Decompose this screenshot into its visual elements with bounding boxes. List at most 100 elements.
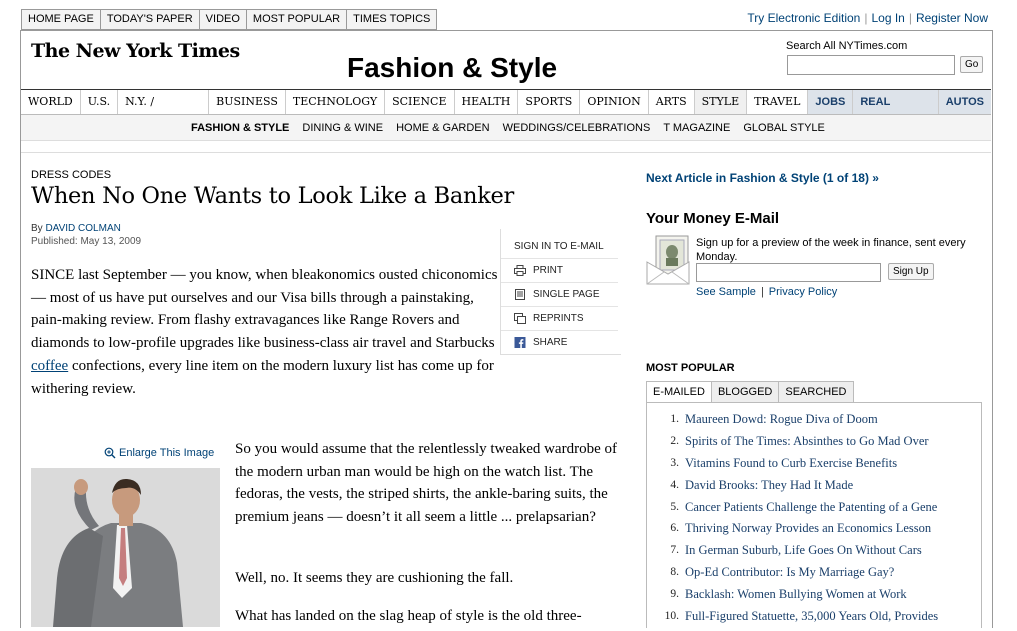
- sign-in-to-email-link[interactable]: SIGN IN TO E-MAIL: [501, 235, 618, 259]
- nav-world[interactable]: WORLD: [21, 90, 81, 114]
- subnav-weddings[interactable]: WEDDINGS/CELEBRATIONS: [503, 122, 651, 134]
- item-number: 7.: [670, 544, 679, 557]
- coffee-link[interactable]: coffee: [31, 358, 68, 374]
- nav-us[interactable]: U.S.: [81, 90, 119, 114]
- tab-searched[interactable]: SEARCHED: [779, 381, 854, 403]
- tool-label: SINGLE PAGE: [533, 289, 600, 300]
- item-number: 3.: [670, 456, 679, 469]
- print-link[interactable]: PRINT: [501, 259, 618, 283]
- author-link[interactable]: DAVID COLMAN: [45, 223, 120, 234]
- article-paragraph-2: So you would assume that the relentlessl…: [235, 441, 617, 526]
- article-photo[interactable]: [31, 468, 220, 627]
- item-title: Thriving Norway Provides an Economics Le…: [685, 521, 932, 536]
- privacy-policy-link[interactable]: Privacy Policy: [769, 286, 837, 298]
- sign-up-button[interactable]: Sign Up: [888, 263, 934, 280]
- nav-opinion[interactable]: OPINION: [580, 90, 649, 114]
- magnifier-plus-icon: [104, 447, 116, 459]
- list-item[interactable]: 5. Cancer Patients Challenge the Patentin…: [656, 500, 938, 522]
- subnav-home-garden[interactable]: HOME & GARDEN: [396, 122, 490, 134]
- item-number: 5.: [670, 500, 679, 513]
- search-input[interactable]: [787, 55, 955, 75]
- nav-business[interactable]: BUSINESS: [209, 90, 286, 114]
- item-title: Spirits of The Times: Absinthes to Go Ma…: [685, 433, 929, 448]
- most-popular-list: 1. Maureen Dowd: Rogue Diva of Doom 2. Spi…: [656, 412, 939, 631]
- divider: [21, 152, 991, 153]
- nav-sports[interactable]: SPORTS: [518, 90, 581, 114]
- list-item[interactable]: 1. Maureen Dowd: Rogue Diva of Doom: [656, 412, 938, 434]
- nav-ny-region[interactable]: N.Y. / REGION: [118, 90, 210, 132]
- search-label: Search All NYTimes.com: [786, 40, 908, 52]
- your-money-links: See Sample | Privacy Policy: [696, 286, 838, 298]
- subnav-global-style[interactable]: GLOBAL STYLE: [743, 122, 825, 134]
- item-title: Maureen Dowd: Rogue Diva of Doom: [685, 412, 878, 426]
- subnav-t-magazine[interactable]: T MAGAZINE: [663, 122, 730, 134]
- subnav-dining-wine[interactable]: DINING & WINE: [302, 122, 383, 134]
- top-nav: HOME PAGE TODAY'S PAPER VIDEO MOST POPUL…: [21, 9, 438, 30]
- nav-science[interactable]: SCIENCE: [385, 90, 455, 114]
- item-title: Cancer Patients Challenge the Patenting …: [685, 499, 938, 514]
- see-sample-link[interactable]: See Sample: [696, 286, 756, 298]
- top-nav-times-topics[interactable]: TIMES TOPICS: [347, 10, 436, 29]
- item-title: Op-Ed Contributor: Is My Marriage Gay?: [685, 565, 895, 580]
- item-title: David Brooks: They Had It Made: [685, 477, 854, 492]
- list-item[interactable]: 9. Backlash: Women Bullying Women at Work: [656, 587, 938, 609]
- list-item[interactable]: 10. Full-Figured Statuette, 35,000 Years …: [656, 609, 939, 631]
- subnav-fashion-style[interactable]: FASHION & STYLE: [191, 122, 289, 134]
- item-title: Vitamins Found to Curb Exercise Benefits: [685, 455, 898, 470]
- try-electronic-edition-link[interactable]: Try Electronic Edition: [747, 11, 860, 25]
- list-item[interactable]: 6. Thriving Norway Provides an Economics …: [656, 521, 938, 543]
- list-item[interactable]: 8. Op-Ed Contributor: Is My Marriage Gay?: [656, 565, 938, 587]
- paragraph-text: confections, every line item on the mode…: [31, 357, 494, 397]
- next-article-link[interactable]: Next Article in Fashion & Style (1 of 18…: [646, 171, 879, 185]
- item-number: 10.: [664, 610, 679, 623]
- tool-label: SIGN IN TO E-MAIL: [514, 241, 604, 252]
- top-nav-home-page[interactable]: HOME PAGE: [22, 10, 101, 29]
- reprints-link[interactable]: REPRINTS: [501, 307, 618, 331]
- single-page-link[interactable]: SINGLE PAGE: [501, 283, 618, 307]
- section-title: Fashion & Style: [347, 52, 558, 83]
- nav-autos[interactable]: AUTOS: [938, 90, 991, 114]
- enlarge-label: Enlarge This Image: [119, 447, 215, 459]
- list-item[interactable]: 2. Spirits of The Times: Absinthes to Go …: [656, 434, 938, 456]
- article-headline: When No One Wants to Look Like a Banker: [31, 183, 514, 209]
- enlarge-image-link[interactable]: Enlarge This Image: [104, 447, 214, 459]
- log-in-link[interactable]: Log In: [871, 11, 904, 25]
- nav-real-estate[interactable]: REAL ESTATE: [853, 90, 939, 132]
- nav-style[interactable]: STYLE: [694, 90, 748, 114]
- nyt-logo[interactable]: The New York Times: [31, 40, 240, 62]
- email-signup-input[interactable]: [696, 263, 881, 282]
- list-item[interactable]: 3. Vitamins Found to Curb Exercise Benefi…: [656, 456, 938, 478]
- man-in-suit-photo: [31, 468, 220, 627]
- register-now-link[interactable]: Register Now: [916, 11, 988, 25]
- nav-health[interactable]: HEALTH: [455, 90, 519, 114]
- list-item[interactable]: 4. David Brooks: They Had It Made: [656, 478, 938, 500]
- article-paragraph-1: SINCE last September — you know, when bl…: [31, 264, 501, 400]
- paragraph-text: SINCE last September — you know, when bl…: [31, 267, 498, 352]
- tab-emailed[interactable]: E-MAILED: [646, 381, 712, 403]
- top-nav-most-popular[interactable]: MOST POPULAR: [247, 10, 348, 29]
- top-nav-video[interactable]: VIDEO: [200, 10, 247, 29]
- nav-technology[interactable]: TECHNOLOGY: [286, 90, 386, 114]
- account-links: Try Electronic Edition | Log In | Register N…: [747, 11, 988, 25]
- main-nav: WORLD U.S. N.Y. / REGION BUSINESS TECHNO…: [21, 89, 991, 132]
- sub-nav: FASHION & STYLE DINING & WINE HOME & GAR…: [21, 115, 991, 141]
- envelope-dollar-icon: [646, 235, 690, 285]
- nav-jobs[interactable]: JOBS: [808, 90, 854, 114]
- item-title: In German Suburb, Life Goes On Without C…: [685, 543, 922, 558]
- item-number: 8.: [670, 566, 679, 579]
- list-item[interactable]: 7. In German Suburb, Life Goes On Without…: [656, 543, 938, 565]
- item-title: Backlash: Women Bullying Women at Work: [685, 587, 907, 602]
- article-paragraph-3: Well, no. It seems they are cushioning t…: [235, 570, 514, 586]
- tab-blogged[interactable]: BLOGGED: [711, 381, 780, 403]
- top-nav-todays-paper[interactable]: TODAY'S PAPER: [101, 10, 200, 29]
- tool-label: PRINT: [533, 265, 563, 276]
- single-page-icon: [515, 289, 525, 300]
- nav-arts[interactable]: ARTS: [649, 90, 695, 114]
- search-go-button[interactable]: Go: [960, 56, 984, 73]
- item-number: 4.: [670, 478, 679, 491]
- tool-label: SHARE: [533, 337, 568, 348]
- most-popular-title: MOST POPULAR: [646, 362, 735, 374]
- nav-travel[interactable]: TRAVEL: [747, 90, 809, 114]
- share-link[interactable]: SHARE: [501, 331, 618, 354]
- facebook-icon: [514, 337, 526, 348]
